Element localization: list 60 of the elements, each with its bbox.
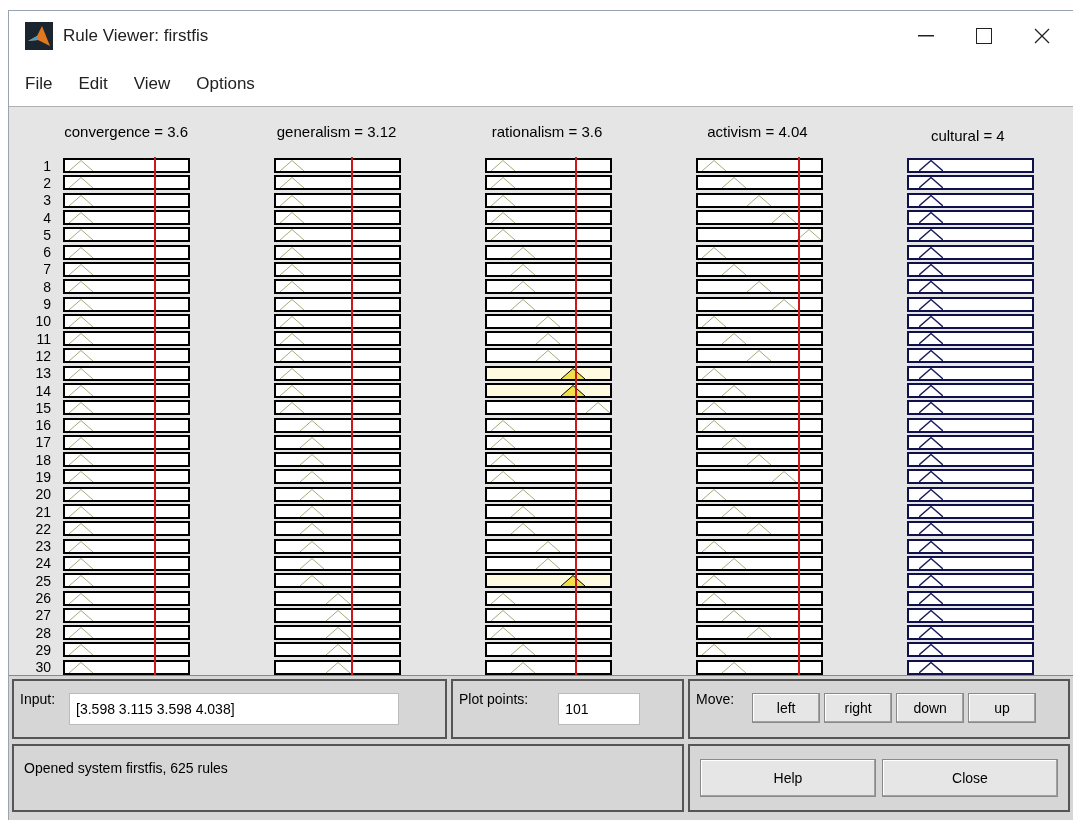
push-button[interactable]: right <box>824 693 893 723</box>
rule-number: 7 <box>42 262 51 277</box>
menu-item[interactable]: Options <box>196 70 255 97</box>
variable-label: convergence = 3.6 <box>64 121 189 142</box>
peak-logo-icon <box>25 22 53 50</box>
rule-number: 18 <box>34 452 51 467</box>
rule-number: 9 <box>42 297 51 311</box>
rule-number: 10 <box>34 314 51 329</box>
rule-number: 1 <box>42 158 51 173</box>
input-field[interactable]: [3.598 3.115 3.598 4.038] <box>69 693 400 725</box>
input-label: Input: <box>20 690 56 709</box>
push-button[interactable]: left <box>752 693 821 723</box>
push-button[interactable]: Close <box>882 759 1058 797</box>
rule-number: 14 <box>34 383 51 398</box>
push-button[interactable]: down <box>896 693 965 723</box>
rule-number: 11 <box>35 331 51 346</box>
rule-number: 5 <box>42 227 51 242</box>
rule-number: 12 <box>34 348 51 363</box>
input-value-line[interactable] <box>797 157 800 675</box>
menu-item[interactable]: Edit <box>78 70 108 97</box>
plot-points-label: Plot points: <box>459 690 529 709</box>
rule-number: 29 <box>34 642 51 657</box>
rule-number: 4 <box>42 210 51 225</box>
rule-number: 16 <box>34 418 51 433</box>
move-label: Move: <box>696 690 735 709</box>
input-value-line[interactable] <box>575 157 578 675</box>
plot-points-field[interactable]: 101 <box>558 693 641 725</box>
close-icon <box>1034 28 1050 44</box>
push-button[interactable]: Help <box>700 759 876 797</box>
rule-number: 19 <box>34 470 51 484</box>
rule-number: 28 <box>34 625 51 640</box>
variable-label: rationalism = 3.6 <box>491 121 603 142</box>
menu-item[interactable]: View <box>133 70 171 97</box>
rule-number: 26 <box>34 591 51 606</box>
rule-number: 23 <box>34 539 51 554</box>
window-title: Rule Viewer: firstfis <box>63 25 209 48</box>
input-value-line[interactable] <box>351 157 354 675</box>
rule-number: 6 <box>42 245 51 260</box>
rule-number: 2 <box>42 175 51 190</box>
rule-number: 25 <box>34 573 51 588</box>
variable-label: generalism = 3.12 <box>276 121 397 142</box>
rule-number: 17 <box>34 435 51 450</box>
rule-number: 15 <box>34 400 51 415</box>
input-value-line[interactable] <box>154 157 157 675</box>
rule-number: 27 <box>34 608 51 623</box>
rule-number: 3 <box>42 193 51 208</box>
rule-number: 21 <box>34 504 51 519</box>
rule-number: 22 <box>34 521 51 536</box>
minimize-icon <box>918 35 934 37</box>
rule-number: 24 <box>34 556 51 571</box>
rule-number: 13 <box>34 366 51 381</box>
rule-number: 8 <box>42 279 51 294</box>
menu-item[interactable]: File <box>25 70 53 97</box>
variable-label: cultural = 4 <box>930 125 1005 146</box>
variable-label: activism = 4.04 <box>707 121 808 142</box>
maximize-icon <box>976 28 992 44</box>
status-text: Opened system firstfis, 625 rules <box>24 760 228 776</box>
rule-number: 20 <box>34 487 51 502</box>
push-button[interactable]: up <box>968 693 1037 723</box>
rule-number: 30 <box>34 660 51 675</box>
